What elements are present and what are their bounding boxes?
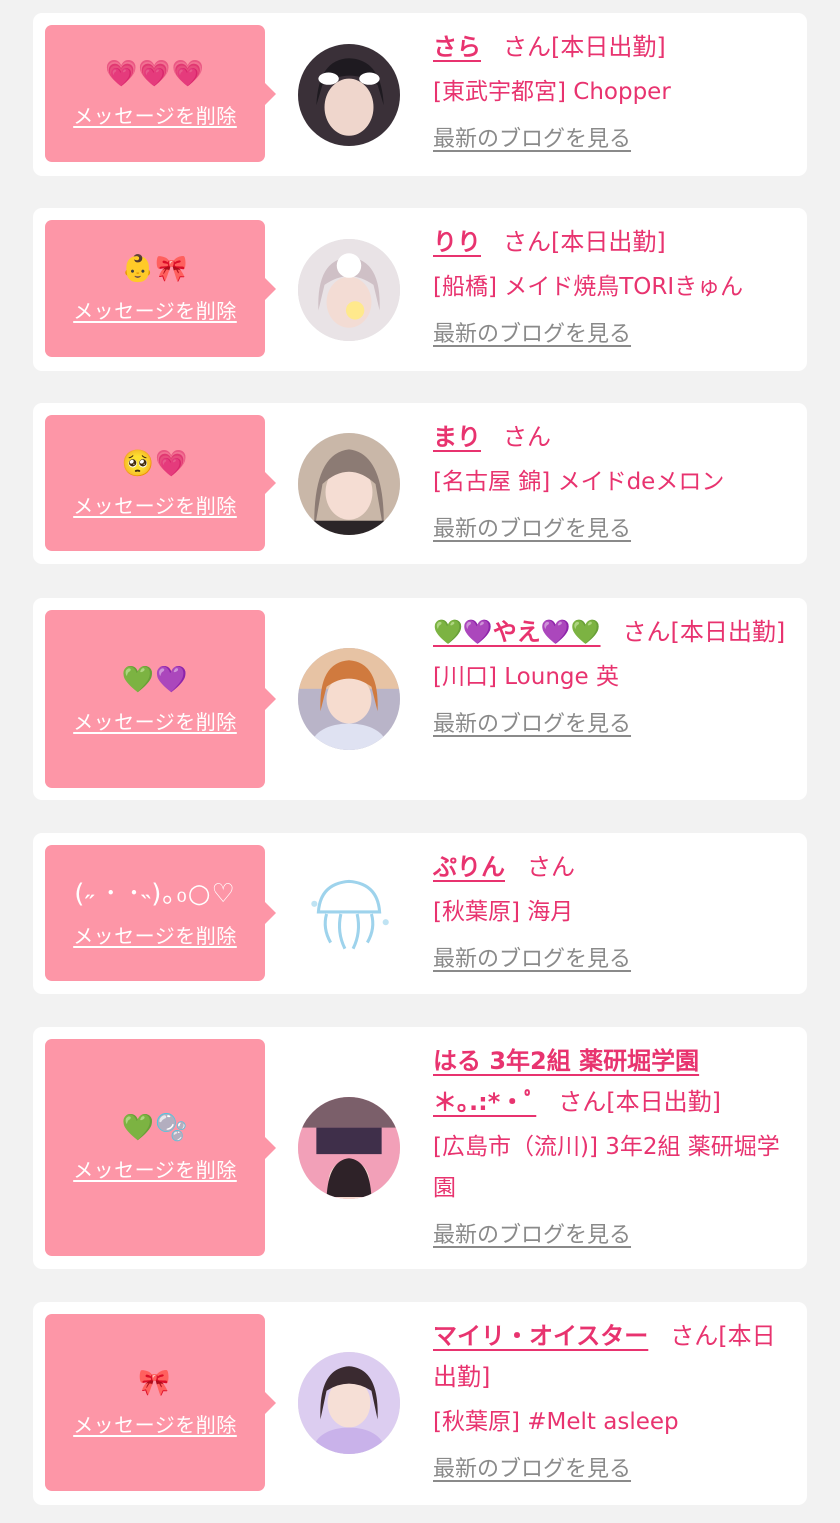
delete-message-link[interactable]: メッセージを削除	[73, 490, 237, 519]
shop-name: [秋葉原] #Melt asleep	[433, 1409, 679, 1435]
favorite-card: 💗💗💗 メッセージを削除 さら さん[本日出勤] [東武宇都宮] Chopper …	[33, 13, 807, 176]
cast-name-link[interactable]: 💚💜やえ💜💚	[433, 618, 601, 646]
favorite-card: 👶🎀 メッセージを削除 りり さん[本日出勤] [船橋] メイド焼鳥TORIきゅん…	[33, 208, 807, 371]
cast-status: さん[本日出勤]	[558, 1088, 721, 1116]
message-bubble: 🥺💗 メッセージを削除	[45, 415, 276, 551]
shop-name: [秋葉原] 海月	[433, 899, 574, 925]
latest-blog-link[interactable]: 最新のブログを見る	[433, 945, 631, 975]
cast-status: さん[本日出勤]	[503, 228, 666, 256]
shop-name: [東武宇都宮] Chopper	[433, 79, 671, 105]
message-text: 👶🎀	[121, 254, 189, 284]
favorite-info: マイリ・オイスター さん[本日出勤] [秋葉原] #Melt asleep 最新の…	[433, 1316, 799, 1485]
cast-status: さん	[503, 423, 551, 451]
message-bubble: 👶🎀 メッセージを削除	[45, 220, 276, 357]
cast-name-link[interactable]: マイリ・オイスター	[433, 1322, 648, 1350]
message-text: 💚💜	[121, 664, 189, 695]
message-bubble: 💗💗💗 メッセージを削除	[45, 25, 276, 162]
delete-message-link[interactable]: メッセージを削除	[73, 706, 237, 735]
delete-message-link[interactable]: メッセージを削除	[73, 295, 237, 324]
message-text: 🥺💗	[121, 448, 189, 479]
favorite-card: 💚🫧 メッセージを削除 はる 3年2組 薬研堀学園 ＊｡.:*・ﾟ さん[本日出勤…	[33, 1027, 807, 1269]
avatar[interactable]	[298, 1352, 400, 1454]
jellyfish-logo-icon	[298, 863, 400, 965]
avatar[interactable]	[298, 648, 400, 750]
favorite-card: (˶ ･ ･˵)｡₀○♡ メッセージを削除 ぷりん さん [秋葉原] 海月 最新の…	[33, 833, 807, 994]
message-text: 🎀	[138, 1368, 172, 1398]
latest-blog-link[interactable]: 最新のブログを見る	[433, 710, 631, 740]
favorite-info: ぷりん さん [秋葉原] 海月 最新のブログを見る	[433, 847, 799, 975]
cast-status: さん[本日出勤]	[622, 618, 786, 646]
favorite-card: 🥺💗 メッセージを削除 まり さん [名古屋 錦] メイドdeメロン 最新のブログ…	[33, 403, 807, 564]
cast-status: さん[本日出勤]	[503, 33, 666, 61]
delete-message-link[interactable]: メッセージを削除	[73, 1409, 237, 1438]
latest-blog-link[interactable]: 最新のブログを見る	[433, 320, 631, 350]
cast-name-link[interactable]: さら	[433, 33, 481, 61]
message-text: 💚🫧	[121, 1113, 189, 1143]
shop-name: [船橋] メイド焼鳥TORIきゅん	[433, 274, 744, 300]
message-bubble: 🎀 メッセージを削除	[45, 1314, 276, 1491]
favorite-card: 🎀 メッセージを削除 マイリ・オイスター さん[本日出勤] [秋葉原] #Melt…	[33, 1302, 807, 1505]
favorite-info: まり さん [名古屋 錦] メイドdeメロン 最新のブログを見る	[433, 417, 799, 545]
message-bubble: (˶ ･ ･˵)｡₀○♡ メッセージを削除	[45, 845, 276, 981]
favorite-info: さら さん[本日出勤] [東武宇都宮] Chopper 最新のブログを見る	[433, 27, 799, 155]
favorite-info: はる 3年2組 薬研堀学園 ＊｡.:*・ﾟ さん[本日出勤] [広島市（流川)] …	[433, 1041, 799, 1251]
message-bubble: 💚💜 メッセージを削除	[45, 610, 276, 788]
cast-name-link[interactable]: ぷりん	[433, 853, 505, 881]
favorite-info: 💚💜やえ💜💚 さん[本日出勤] [川口] Lounge 英 最新のブログを見る	[433, 612, 799, 740]
shop-name: [川口] Lounge 英	[433, 664, 619, 690]
cast-name-link[interactable]: りり	[433, 228, 481, 256]
avatar[interactable]	[298, 433, 400, 535]
avatar[interactable]	[298, 863, 400, 965]
delete-message-link[interactable]: メッセージを削除	[73, 920, 237, 949]
avatar[interactable]	[298, 1097, 400, 1199]
message-text: 💗💗💗	[104, 59, 206, 89]
delete-message-link[interactable]: メッセージを削除	[73, 1154, 237, 1183]
avatar[interactable]	[298, 239, 400, 341]
shop-name: [広島市（流川)] 3年2組 薬研堀学園	[433, 1134, 780, 1201]
shop-name: [名古屋 錦] メイドdeメロン	[433, 469, 725, 495]
latest-blog-link[interactable]: 最新のブログを見る	[433, 125, 631, 155]
favorite-card: 💚💜 メッセージを削除 💚💜やえ💜💚 さん[本日出勤] [川口] Lounge 英…	[33, 598, 807, 800]
latest-blog-link[interactable]: 最新のブログを見る	[433, 1221, 631, 1251]
cast-status: さん	[527, 853, 575, 881]
avatar[interactable]	[298, 44, 400, 146]
cast-name-link[interactable]: まり	[433, 423, 481, 451]
latest-blog-link[interactable]: 最新のブログを見る	[433, 1455, 631, 1485]
message-bubble: 💚🫧 メッセージを削除	[45, 1039, 276, 1256]
latest-blog-link[interactable]: 最新のブログを見る	[433, 515, 631, 545]
favorite-info: りり さん[本日出勤] [船橋] メイド焼鳥TORIきゅん 最新のブログを見る	[433, 222, 799, 350]
message-text: (˶ ･ ･˵)｡₀○♡	[74, 878, 236, 909]
delete-message-link[interactable]: メッセージを削除	[73, 100, 237, 129]
